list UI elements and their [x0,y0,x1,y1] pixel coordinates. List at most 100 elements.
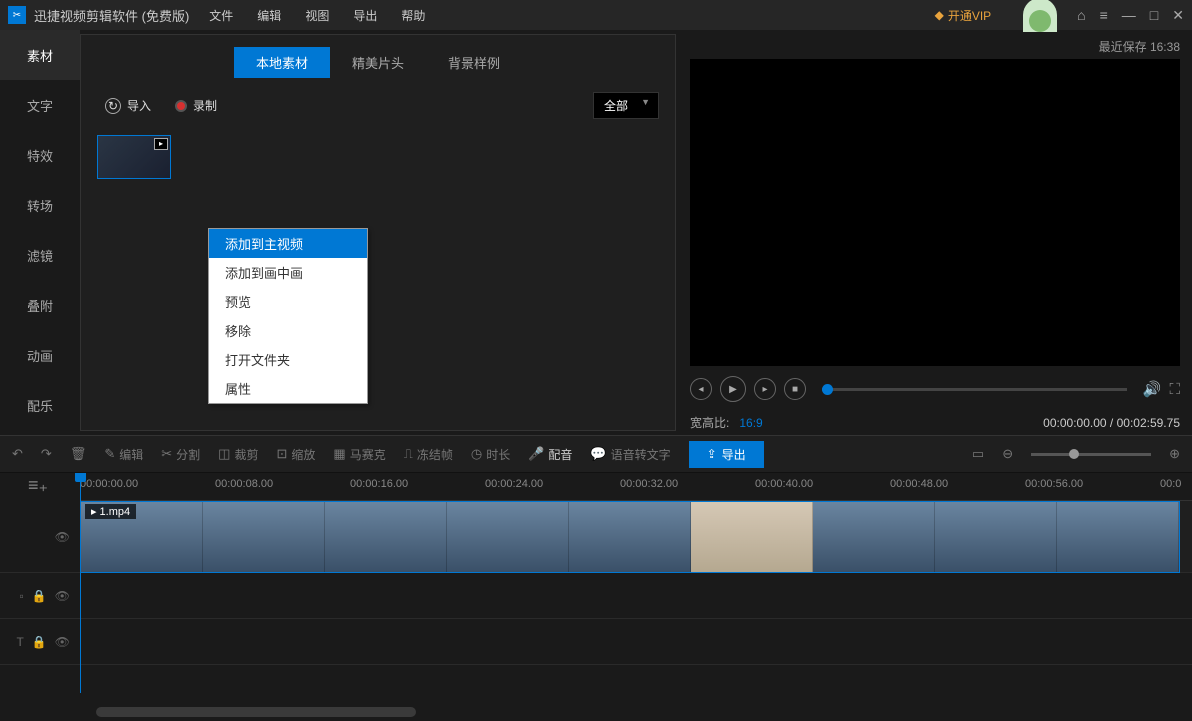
undo-icon: ↶ [12,446,23,462]
text-track[interactable] [80,619,1192,665]
overlay-track[interactable] [80,573,1192,619]
ctx-add-pip[interactable]: 添加到画中画 [209,258,367,287]
mosaic-button[interactable]: ▦马赛克 [333,446,385,463]
export-button[interactable]: ⇪导出 [689,441,764,468]
ctx-open-folder[interactable]: 打开文件夹 [209,345,367,374]
add-track-button[interactable]: ≡₊ [28,475,48,496]
sidebar-item-effects[interactable]: 特效 [0,130,80,180]
lock-icon[interactable]: 🔒 [32,635,47,649]
tab-local[interactable]: 本地素材 [234,47,330,78]
media-panel: 本地素材 精美片头 背景样例 ↻ 导入 录制 全部 添加到主视频 添加到画中画 … [80,34,676,431]
home-icon[interactable]: ⌂ [1077,7,1085,24]
stop-button[interactable]: ■ [784,378,806,400]
dub-button[interactable]: 🎤配音 [528,446,572,463]
ctx-properties[interactable]: 属性 [209,374,367,403]
ruler-tick: 00:00:32.00 [620,478,678,490]
filter-select[interactable]: 全部 [593,92,659,119]
sidebar-item-animation[interactable]: 动画 [0,330,80,380]
freeze-icon: ⎍ [404,446,413,462]
progress-handle[interactable] [822,384,833,395]
menu-export[interactable]: 导出 [353,7,377,24]
stt-button[interactable]: 💬语音转文字 [590,446,670,463]
sidebar-item-material[interactable]: 素材 [0,30,80,80]
ctx-preview[interactable]: 预览 [209,287,367,316]
tab-background[interactable]: 背景样例 [426,47,522,78]
app-logo-icon: ✂ [8,6,26,24]
edit-button[interactable]: ✎编辑 [104,446,143,463]
lock-icon[interactable]: 🔒 [32,589,47,603]
record-label: 录制 [193,97,217,114]
import-label: 导入 [127,97,151,114]
eye-icon[interactable]: 👁 [55,635,70,649]
overlay-track-header: ▫ 🔒 👁 [0,573,80,619]
zoom-out-button[interactable]: ⊖ [1002,446,1013,462]
sidebar-item-text[interactable]: 文字 [0,80,80,130]
window-controls: ⌂ ≡ — □ ✕ [1077,7,1184,24]
zoom-button[interactable]: ⊡缩放 [276,446,315,463]
prev-frame-button[interactable]: ◂ [690,378,712,400]
minimize-icon[interactable]: — [1122,7,1136,24]
ctx-remove[interactable]: 移除 [209,316,367,345]
ctx-add-main-video[interactable]: 添加到主视频 [209,229,367,258]
undo-button[interactable]: ↶ [12,446,23,462]
close-icon[interactable]: ✕ [1172,7,1184,24]
sidebar-item-overlay[interactable]: 叠附 [0,280,80,330]
media-thumbnail[interactable] [97,135,171,179]
vip-button[interactable]: ◆ 开通VIP [935,7,992,24]
track-headers: 👁 ▫ 🔒 👁 T 🔒 👁 [0,501,80,665]
trash-icon: 🗑 [70,446,87,462]
zoom-slider[interactable] [1031,453,1151,456]
mosaic-icon: ▦ [333,446,345,462]
split-button[interactable]: ✂分割 [161,446,200,463]
sidebar-item-filter[interactable]: 滤镜 [0,230,80,280]
progress-bar[interactable] [822,388,1127,391]
ruler-tick: 00:00:48.00 [890,478,948,490]
menu-edit[interactable]: 编辑 [257,7,281,24]
context-menu: 添加到主视频 添加到画中画 预览 移除 打开文件夹 属性 [208,228,368,404]
eye-icon[interactable]: 👁 [55,530,70,544]
fullscreen-icon[interactable]: ⛶ [1169,381,1180,398]
import-button[interactable]: ↻ 导入 [97,93,159,118]
text-track-header: T 🔒 👁 [0,619,80,665]
app-title: 迅捷视频剪辑软件 (免费版) [34,6,189,25]
menu-help[interactable]: 帮助 [401,7,425,24]
ruler-tick: 00:0 [1160,478,1181,490]
avatar[interactable] [1023,0,1057,32]
zoom-out-icon: ⊖ [1002,446,1013,462]
volume-icon[interactable]: 🔊 [1143,380,1162,398]
horizontal-scrollbar[interactable] [96,707,416,717]
ratio-value[interactable]: 16:9 [739,416,762,430]
mic-icon: 🎤 [528,446,544,462]
crop-icon: ◫ [218,446,230,462]
maximize-icon[interactable]: □ [1150,7,1158,24]
time-ruler[interactable]: 00:00:00.00 00:00:08.00 00:00:16.00 00:0… [80,473,1192,501]
redo-button[interactable]: ↷ [41,446,52,462]
next-frame-button[interactable]: ▸ [754,378,776,400]
sidebar-item-music[interactable]: 配乐 [0,380,80,430]
video-preview[interactable] [690,59,1180,366]
sidebar-item-transition[interactable]: 转场 [0,180,80,230]
eye-icon[interactable]: 👁 [55,589,70,603]
freeze-button[interactable]: ⎍冻结帧 [404,446,453,463]
crop-button[interactable]: ◫裁剪 [218,446,258,463]
delete-button[interactable]: 🗑 [70,446,87,462]
menu-file[interactable]: 文件 [209,7,233,24]
duration-button[interactable]: ◷时长 [471,446,510,463]
menu-view[interactable]: 视图 [305,7,329,24]
video-clip[interactable]: ▸ 1.mp4 [80,501,1180,573]
ruler-tick: 00:00:16.00 [350,478,408,490]
menu-icon[interactable]: ≡ [1100,7,1108,24]
pencil-icon: ✎ [104,446,115,462]
tab-intro[interactable]: 精美片头 [330,47,426,78]
play-button[interactable]: ▶ [720,376,746,402]
zoom-in-button[interactable]: ⊕ [1169,446,1180,462]
ruler-tick: 00:00:40.00 [755,478,813,490]
category-sidebar: 素材 文字 特效 转场 滤镜 叠附 动画 配乐 [0,30,80,435]
edit-toolbar: ↶ ↷ 🗑 ✎编辑 ✂分割 ◫裁剪 ⊡缩放 ▦马赛克 ⎍冻结帧 ◷时长 🎤配音 … [0,435,1192,473]
zoom-handle[interactable] [1069,449,1079,459]
fit-button[interactable]: ▭ [972,446,984,462]
playhead[interactable] [80,473,81,693]
video-track[interactable]: ▸ 1.mp4 [80,501,1192,573]
record-button[interactable]: 录制 [175,97,217,114]
import-icon: ↻ [105,98,121,114]
